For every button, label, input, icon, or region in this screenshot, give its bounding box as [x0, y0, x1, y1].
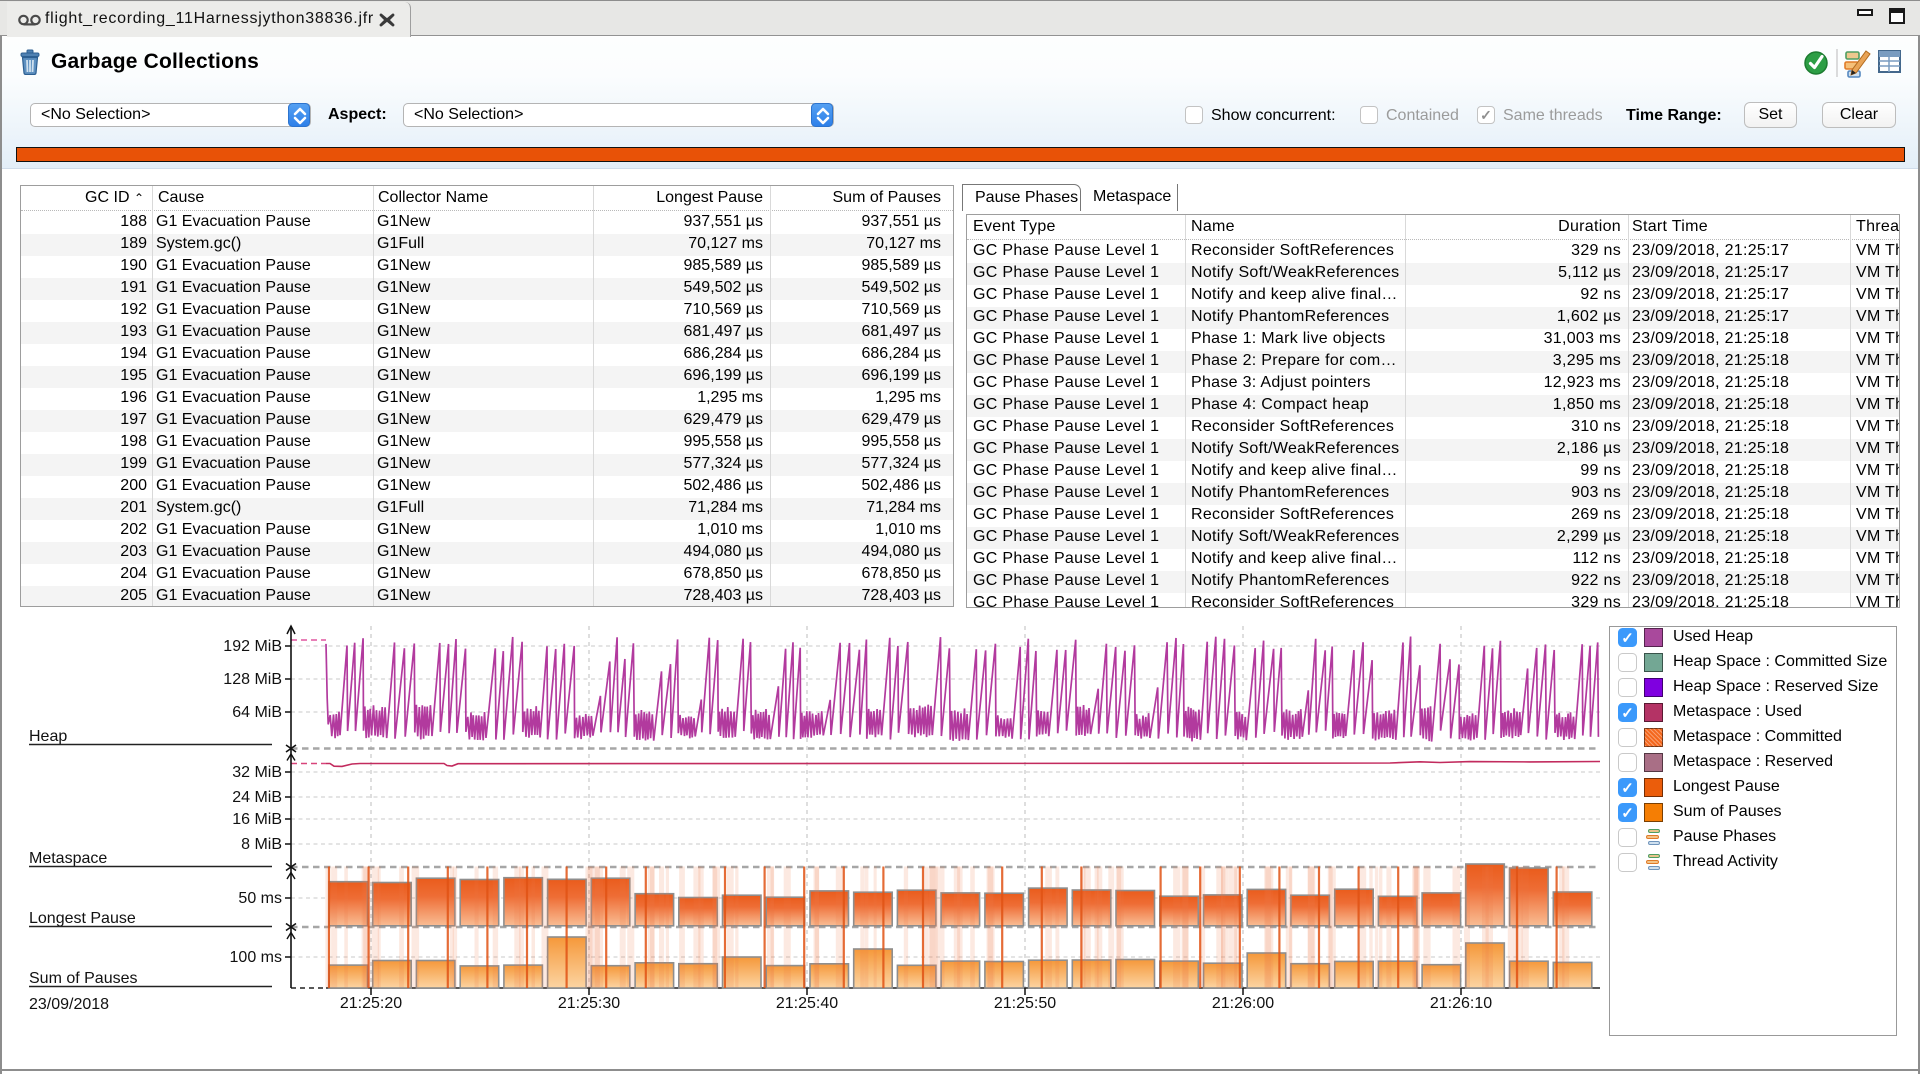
svg-text:21:25:50: 21:25:50	[994, 995, 1056, 1012]
svg-text:21:26:00: 21:26:00	[1212, 995, 1274, 1012]
svg-text:64 MiB: 64 MiB	[232, 704, 282, 721]
svg-text:8 MiB: 8 MiB	[241, 836, 282, 853]
svg-text:21:25:40: 21:25:40	[776, 995, 838, 1012]
svg-text:Metaspace: Metaspace	[29, 850, 107, 867]
svg-text:23/09/2018: 23/09/2018	[29, 996, 109, 1013]
svg-text:32 MiB: 32 MiB	[232, 764, 282, 781]
svg-text:21:25:30: 21:25:30	[558, 995, 620, 1012]
svg-text:128 MiB: 128 MiB	[223, 671, 282, 688]
svg-text:100 ms: 100 ms	[230, 949, 282, 966]
svg-text:21:26:10: 21:26:10	[1430, 995, 1492, 1012]
svg-text:24 MiB: 24 MiB	[232, 789, 282, 806]
svg-text:50 ms: 50 ms	[238, 890, 282, 907]
svg-text:21:25:20: 21:25:20	[340, 995, 402, 1012]
svg-text:192 MiB: 192 MiB	[223, 638, 282, 655]
svg-text:Longest Pause: Longest Pause	[29, 910, 136, 927]
svg-text:Sum of Pauses: Sum of Pauses	[29, 970, 138, 987]
svg-text:Heap: Heap	[29, 728, 67, 745]
svg-text:16 MiB: 16 MiB	[232, 811, 282, 828]
